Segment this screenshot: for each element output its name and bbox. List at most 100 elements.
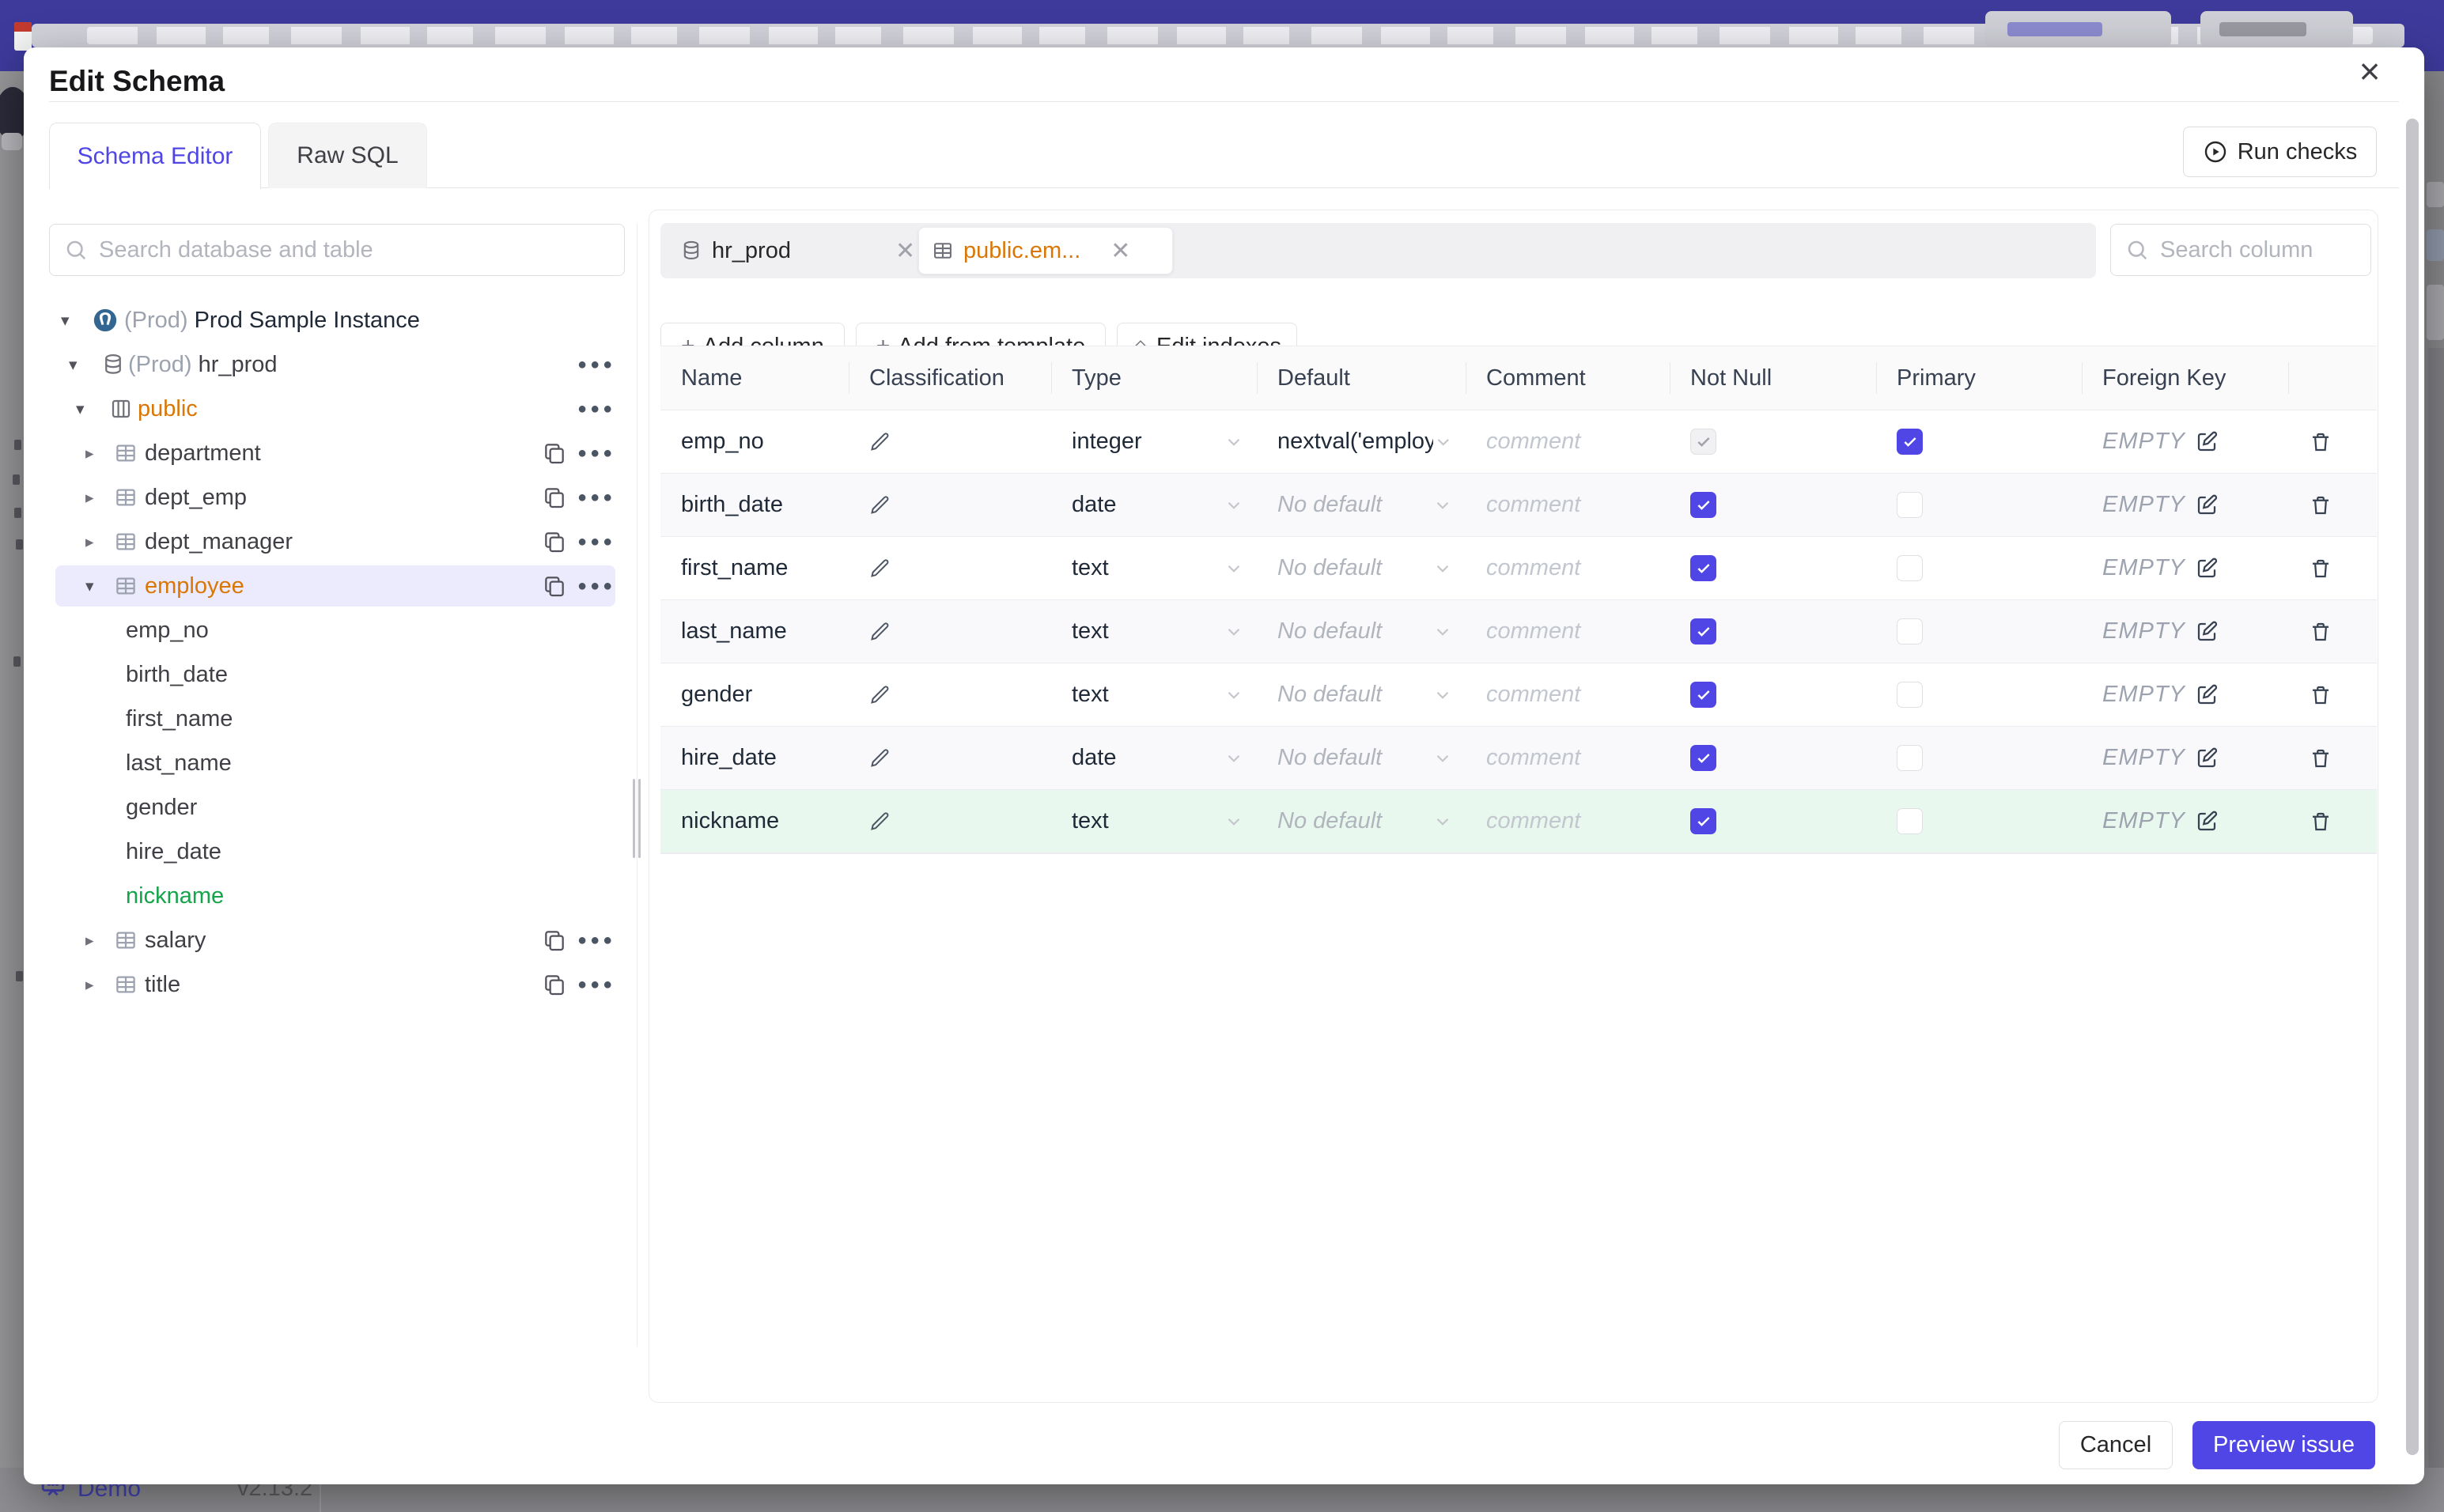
- delete-row-icon[interactable]: [2309, 810, 2332, 833]
- more-actions-icon[interactable]: ●●●: [577, 400, 612, 418]
- tab-chip-table-active[interactable]: public.em... ✕: [918, 227, 1173, 274]
- default-select[interactable]: No default: [1257, 682, 1466, 708]
- default-select[interactable]: nextval('employ: [1257, 429, 1466, 455]
- tab-chip-database[interactable]: hr_prod ✕: [672, 227, 923, 274]
- edit-foreign-key-icon[interactable]: [2195, 810, 2219, 833]
- modal-scrollbar[interactable]: [2406, 119, 2419, 1455]
- edit-foreign-key-icon[interactable]: [2195, 557, 2219, 580]
- classification-edit-icon[interactable]: [849, 747, 1051, 769]
- column-name[interactable]: first_name: [660, 555, 849, 581]
- primary-checkbox[interactable]: [1897, 682, 1923, 708]
- comment-field[interactable]: comment: [1466, 429, 1670, 455]
- close-icon[interactable]: ✕: [1110, 237, 1130, 265]
- default-select[interactable]: No default: [1257, 808, 1466, 834]
- more-actions-icon[interactable]: ●●●: [577, 444, 612, 463]
- more-actions-icon[interactable]: ●●●: [577, 932, 612, 950]
- column-name[interactable]: last_name: [660, 618, 849, 644]
- copy-icon[interactable]: [542, 440, 567, 472]
- primary-checkbox[interactable]: [1897, 745, 1923, 771]
- type-select[interactable]: text: [1051, 555, 1257, 581]
- chevron-down-icon[interactable]: ▾: [61, 311, 70, 331]
- preview-issue-button[interactable]: Preview issue: [2192, 1421, 2375, 1469]
- chevron-right-icon[interactable]: ▸: [85, 488, 94, 508]
- comment-field[interactable]: comment: [1466, 682, 1670, 708]
- chevron-right-icon[interactable]: ▸: [85, 931, 94, 951]
- not-null-checkbox[interactable]: [1690, 682, 1716, 708]
- type-select[interactable]: date: [1051, 492, 1257, 518]
- tree-item-table-dept-emp[interactable]: ▸ dept_emp ●●●: [49, 475, 625, 520]
- tab-raw-sql[interactable]: Raw SQL: [268, 123, 427, 188]
- default-select[interactable]: No default: [1257, 745, 1466, 771]
- edit-foreign-key-icon[interactable]: [2195, 430, 2219, 454]
- tree-item-column-first-name[interactable]: first_name: [49, 697, 625, 741]
- more-actions-icon[interactable]: ●●●: [577, 577, 612, 595]
- chevron-down-icon[interactable]: ▾: [76, 399, 85, 419]
- primary-checkbox[interactable]: [1897, 555, 1923, 581]
- type-select[interactable]: text: [1051, 682, 1257, 708]
- not-null-checkbox[interactable]: [1690, 429, 1716, 455]
- cancel-button[interactable]: Cancel: [2059, 1421, 2173, 1469]
- close-icon[interactable]: ✕: [895, 237, 915, 265]
- tab-schema-editor[interactable]: Schema Editor: [49, 123, 261, 189]
- tree-item-column-gender[interactable]: gender: [49, 785, 625, 830]
- comment-field[interactable]: comment: [1466, 555, 1670, 581]
- edit-foreign-key-icon[interactable]: [2195, 747, 2219, 770]
- classification-edit-icon[interactable]: [849, 811, 1051, 833]
- not-null-checkbox[interactable]: [1690, 618, 1716, 644]
- tree-item-table-salary[interactable]: ▸ salary ●●●: [49, 918, 625, 962]
- chevron-down-icon[interactable]: ▾: [85, 576, 94, 596]
- not-null-checkbox[interactable]: [1690, 808, 1716, 834]
- close-icon[interactable]: ×: [2348, 49, 2392, 93]
- copy-icon[interactable]: [542, 485, 567, 516]
- copy-icon[interactable]: [542, 529, 567, 561]
- page-scrollbar[interactable]: [2428, 348, 2444, 1468]
- primary-checkbox[interactable]: [1897, 618, 1923, 644]
- default-select[interactable]: No default: [1257, 492, 1466, 518]
- tree-item-table-dept-manager[interactable]: ▸ dept_manager ●●●: [49, 520, 625, 564]
- copy-icon[interactable]: [542, 573, 567, 605]
- database-search-input[interactable]: [97, 236, 610, 264]
- classification-edit-icon[interactable]: [849, 684, 1051, 706]
- delete-row-icon[interactable]: [2309, 557, 2332, 580]
- chevron-right-icon[interactable]: ▸: [85, 532, 94, 552]
- column-name[interactable]: nickname: [660, 808, 849, 834]
- comment-field[interactable]: comment: [1466, 492, 1670, 518]
- not-null-checkbox[interactable]: [1690, 745, 1716, 771]
- tree-item-instance[interactable]: ▾ (Prod) Prod Sample Instance: [49, 298, 625, 342]
- delete-row-icon[interactable]: [2309, 683, 2332, 707]
- tree-item-table-title[interactable]: ▸ title ●●●: [49, 962, 625, 1007]
- tree-item-column-nickname[interactable]: nickname: [49, 874, 625, 918]
- primary-checkbox[interactable]: [1897, 429, 1923, 455]
- type-select[interactable]: integer: [1051, 429, 1257, 455]
- classification-edit-icon[interactable]: [849, 431, 1051, 453]
- tree-item-column-hire-date[interactable]: hire_date: [49, 830, 625, 874]
- type-select[interactable]: text: [1051, 808, 1257, 834]
- default-select[interactable]: No default: [1257, 618, 1466, 644]
- run-checks-button[interactable]: Run checks: [2183, 127, 2377, 177]
- column-name[interactable]: birth_date: [660, 492, 849, 518]
- database-search[interactable]: [49, 224, 625, 276]
- type-select[interactable]: text: [1051, 618, 1257, 644]
- more-actions-icon[interactable]: ●●●: [577, 489, 612, 507]
- column-search[interactable]: [2110, 224, 2371, 276]
- comment-field[interactable]: comment: [1466, 618, 1670, 644]
- tree-item-column-last-name[interactable]: last_name: [49, 741, 625, 785]
- delete-row-icon[interactable]: [2309, 620, 2332, 644]
- column-search-input[interactable]: [2158, 236, 2356, 264]
- delete-row-icon[interactable]: [2309, 493, 2332, 517]
- classification-edit-icon[interactable]: [849, 558, 1051, 580]
- copy-icon[interactable]: [542, 928, 567, 959]
- chevron-right-icon[interactable]: ▸: [85, 975, 94, 995]
- not-null-checkbox[interactable]: [1690, 555, 1716, 581]
- edit-foreign-key-icon[interactable]: [2195, 493, 2219, 517]
- comment-field[interactable]: comment: [1466, 745, 1670, 771]
- panel-resize-handle[interactable]: [633, 779, 635, 858]
- chevron-right-icon[interactable]: ▸: [85, 444, 94, 463]
- tree-item-column-emp-no[interactable]: emp_no: [49, 608, 625, 652]
- more-actions-icon[interactable]: ●●●: [577, 976, 612, 994]
- column-name[interactable]: gender: [660, 682, 849, 708]
- type-select[interactable]: date: [1051, 745, 1257, 771]
- chevron-down-icon[interactable]: ▾: [69, 355, 78, 375]
- delete-row-icon[interactable]: [2309, 430, 2332, 454]
- primary-checkbox[interactable]: [1897, 808, 1923, 834]
